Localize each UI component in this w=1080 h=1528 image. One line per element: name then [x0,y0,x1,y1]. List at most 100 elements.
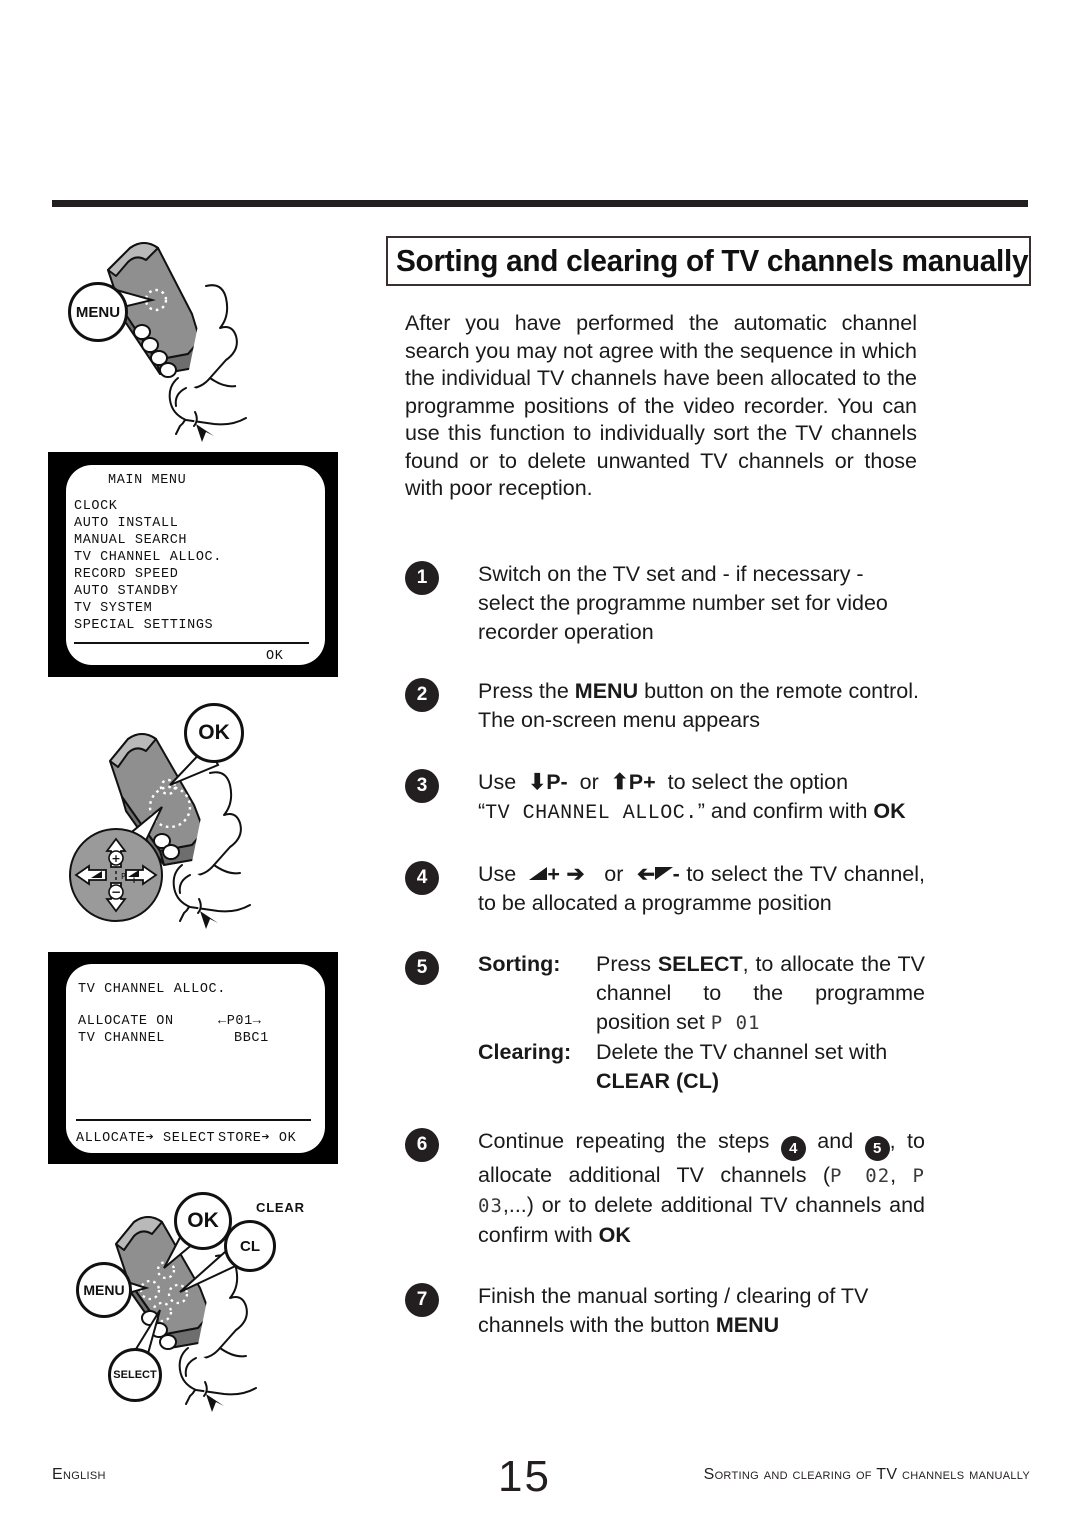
step-5-clearing-label: Clearing: [478,1040,572,1064]
step-7-text: Finish the manual sorting / clearing of … [478,1282,925,1340]
arrow-left-icon: ➔ [636,862,655,886]
step-6-ref-step-5: 5 [864,1136,890,1161]
step-6-comma: , [890,1163,913,1187]
svg-text:+: + [111,852,120,865]
intro-paragraph: After you have performed the automatic c… [405,310,917,503]
footer-language: English [52,1466,106,1483]
step-3-key-p-plus: P+ [628,770,656,794]
main-menu-item-clock[interactable]: CLOCK [74,499,118,514]
arrow-down-icon: ⬇ [528,770,547,794]
step-number-2: 2 [405,678,439,712]
clear-label: CLEAR [256,1200,305,1215]
volume-up-triangle-icon [529,867,548,880]
illustration-remote-menu: MENU [60,228,320,453]
page-title: Sorting and clearing of TV channels manu… [396,243,1029,278]
footer-section-title: Sorting and clearing of TV channels manu… [703,1466,1030,1483]
step-5: 5 Sorting: Press SELECT, to allocate the… [405,950,925,1096]
instruction-steps: 1 Switch on the TV set and - if necessar… [405,560,925,1363]
main-menu-item-auto-install[interactable]: AUTO INSTALL [74,516,178,531]
callout-menu: MENU [68,282,128,342]
step-number-1: 1 [405,561,439,595]
step-3-confirm-ok: OK [873,799,906,823]
main-menu-item-special-settings[interactable]: SPECIAL SETTINGS [74,618,213,633]
callout-menu: MENU [76,1262,132,1318]
step-6-mid1: and [805,1129,865,1153]
main-menu-heading: MAIN MENU [108,473,187,488]
step-4: 4 Use + ➔ or ➔ - to select the TV channel… [405,860,925,918]
main-menu-item-manual-search[interactable]: MANUAL SEARCH [74,533,187,548]
intro-text: After you have performed the automatic c… [405,311,917,500]
tv-screen-main-menu-inner: MAIN MENU CLOCK AUTO INSTALL MANUAL SEAR… [66,465,325,665]
callout-menu-label: MENU [83,1282,125,1298]
step-2-text: Press the MENU button on the remote cont… [478,677,925,735]
step-5-sorting-label: Sorting: [478,952,561,976]
page-title-box: Sorting and clearing of TV channels manu… [386,236,1031,286]
footer-page-number: 15 [498,1452,551,1501]
step-3-use: Use [478,770,517,794]
main-menu-item-auto-standby[interactable]: AUTO STANDBY [74,584,178,599]
volume-down-triangle-icon [654,867,673,880]
step-6-pre: Continue repeating the steps [478,1129,781,1153]
step-7: 7 Finish the manual sorting / clearing o… [405,1282,925,1340]
step-1: 1 Switch on the TV set and - if necessar… [405,560,925,647]
step-5-clearing-text: Delete the TV channel set with CLEAR (CL… [596,1038,925,1096]
step-4-vol-down-label: - [672,862,680,886]
alloc-row-1-value[interactable]: ←P01→ [218,1014,262,1029]
step-2: 2 Press the MENU button on the remote co… [405,677,925,735]
illustration-remote-buttons: OK CL CLEAR MENU SELECT [58,1182,338,1427]
tv-screen-main-menu: MAIN MENU CLOCK AUTO INSTALL MANUAL SEAR… [48,452,338,677]
step-3-quote-close: ” [697,799,705,823]
callout-ok: OK [184,703,244,763]
main-menu-divider [74,642,309,644]
step-6: 6 Continue repeating the steps 4 and 5, … [405,1127,925,1250]
step-4-use: Use [478,862,517,886]
step-3-or: or [579,770,599,794]
step-6-text: Continue repeating the steps 4 and 5, to… [478,1127,925,1250]
step-3-tail: and confirm with [704,799,874,823]
callout-ok-label: OK [187,1209,219,1232]
step-4-or: or [604,862,624,886]
main-menu-item-tv-channel-alloc[interactable]: TV CHANNEL ALLOC. [74,550,222,565]
step-1-text: Switch on the TV set and - if necessary … [478,562,888,644]
callout-cl: CL [224,1220,276,1272]
main-menu-item-tv-system[interactable]: TV SYSTEM [74,601,152,616]
step-number-3: 3 [405,769,439,803]
alloc-row-1-label: ALLOCATE ON [78,1014,174,1029]
callout-select: SELECT [108,1348,162,1402]
step-5-sorting-text: Press SELECT, to allocate the TV channel… [596,950,925,1038]
step-3-mid: to select the option [667,770,849,794]
alloc-row-2-value[interactable]: BBC1 [234,1031,269,1046]
svg-text:−: − [111,885,121,899]
alloc-row-2-label: TV CHANNEL [78,1031,166,1046]
step-7-menu-key: MENU [715,1313,780,1337]
callout-cl-label: CL [240,1237,260,1255]
step-3-key-p-minus: P- [546,770,568,794]
tv-screen-channel-alloc-inner: TV CHANNEL ALLOC. ALLOCATE ON ←P01→ TV C… [66,964,325,1153]
step-5-clear-key: CLEAR (CL) [596,1069,720,1093]
step-6-mid3: ,...) or to delete additional TV channel… [478,1193,925,1247]
step-2-pre: Press the [478,679,575,703]
callout-select-label: SELECT [113,1369,157,1381]
step-3: 3 Use ⬇P- or ⬆P+ to select the option “T… [405,768,925,828]
step-3-option: TV CHANNEL ALLOC. [485,802,698,825]
step-5-clearing-row: Clearing: Delete the TV channel set with… [478,1038,925,1096]
svg-text:+: + [130,876,138,886]
step-5-sorting-pre: Press [596,952,658,976]
step-4-text: Use + ➔ or ➔ - to select the TV channel, … [478,860,925,918]
illustration-remote-ok-dpad: P + − + OK [58,695,320,950]
arrow-right-icon: ➔ [566,862,585,886]
arrow-up-icon: ⬆ [610,770,629,794]
tv-screen-channel-alloc: TV CHANNEL ALLOC. ALLOCATE ON ←P01→ TV C… [48,952,338,1164]
alloc-footer-allocate: ALLOCATE➔ SELECT [76,1131,216,1146]
step-5-clearing-body: Delete the TV channel set with [596,1040,888,1064]
step-5-lcd-p01: P 01 [710,1012,761,1034]
step-4-vol-up-label: + [547,862,560,886]
main-menu-footer-ok: OK [266,649,284,664]
alloc-footer-store: STORE➔ OK [218,1131,297,1146]
step-6-lcd-p02: P 02 [830,1165,891,1187]
step-number-6: 6 [405,1128,439,1162]
step-7-pre: Finish the manual sorting / clearing of … [478,1284,869,1337]
callout-menu-label: MENU [75,303,121,321]
step-number-4: 4 [405,861,439,895]
main-menu-item-record-speed[interactable]: RECORD SPEED [74,567,178,582]
